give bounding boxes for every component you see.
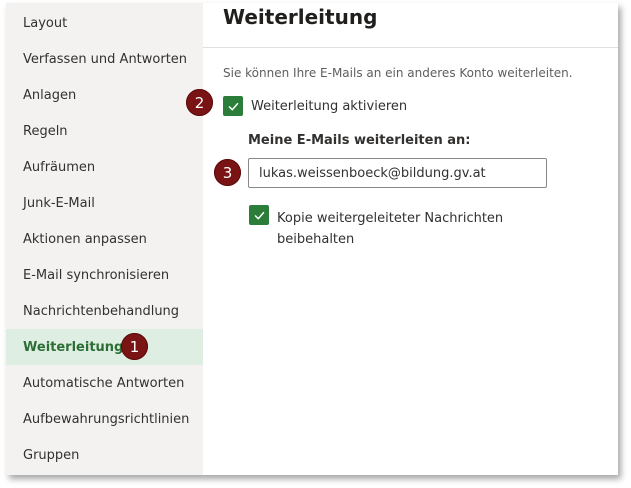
checkmark-icon bbox=[254, 211, 264, 219]
sidebar-item-label: E-Mail synchronisieren bbox=[23, 267, 170, 283]
checkmark-icon bbox=[228, 102, 238, 110]
sidebar-item-label: Weiterleitung bbox=[23, 339, 124, 355]
sidebar-item-automatic-replies[interactable]: Automatische Antworten bbox=[6, 365, 203, 401]
sidebar-item-message-handling[interactable]: Nachrichtenbehandlung bbox=[6, 293, 203, 329]
sidebar-item-attachments[interactable]: Anlagen bbox=[6, 77, 203, 113]
forwarding-panel: Weiterleitung Sie können Ihre E-Mails an… bbox=[203, 3, 618, 475]
page-title: Weiterleitung bbox=[223, 5, 378, 29]
header-divider bbox=[203, 47, 618, 48]
step-badge-3: 3 bbox=[214, 159, 241, 186]
sidebar-item-label: Aufräumen bbox=[23, 159, 96, 175]
settings-window: Layout Verfassen und Antworten Anlagen R… bbox=[6, 3, 618, 475]
keep-copy-label-line2: beibehalten bbox=[277, 232, 355, 247]
sidebar-item-junk-email[interactable]: Junk-E-Mail bbox=[6, 185, 203, 221]
forward-to-email-input[interactable] bbox=[248, 158, 547, 188]
sidebar-item-label: Gruppen bbox=[23, 447, 80, 463]
sidebar-item-label: Junk-E-Mail bbox=[23, 195, 95, 211]
keep-copy-checkbox[interactable] bbox=[249, 205, 269, 225]
sidebar-item-compose-reply[interactable]: Verfassen und Antworten bbox=[6, 41, 203, 77]
step-badge-1: 1 bbox=[121, 333, 148, 360]
sidebar-item-rules[interactable]: Regeln bbox=[6, 113, 203, 149]
sidebar-item-label: Aufbewahrungsrichtlinien bbox=[23, 411, 190, 427]
sidebar-item-customize-actions[interactable]: Aktionen anpassen bbox=[6, 221, 203, 257]
sidebar-item-forwarding[interactable]: Weiterleitung bbox=[6, 329, 203, 365]
enable-forwarding-label: Weiterleitung aktivieren bbox=[251, 99, 408, 114]
enable-forwarding-checkbox[interactable] bbox=[223, 96, 243, 116]
step-badge-2: 2 bbox=[186, 89, 213, 116]
sidebar-item-sweep[interactable]: Aufräumen bbox=[6, 149, 203, 185]
sidebar-item-retention-policies[interactable]: Aufbewahrungsrichtlinien bbox=[6, 401, 203, 437]
sidebar-item-groups[interactable]: Gruppen bbox=[6, 437, 203, 473]
sidebar-item-sync-email[interactable]: E-Mail synchronisieren bbox=[6, 257, 203, 293]
keep-copy-label-line1: Kopie weitergeleiteter Nachrichten bbox=[277, 211, 504, 226]
forward-to-label: Meine E-Mails weiterleiten an: bbox=[248, 133, 471, 148]
keep-copy-label: Kopie weitergeleiteter Nachrichten beibe… bbox=[277, 208, 503, 250]
intro-text: Sie können Ihre E-Mails an ein anderes K… bbox=[223, 66, 573, 80]
sidebar-item-layout[interactable]: Layout bbox=[6, 5, 203, 41]
sidebar-item-label: Automatische Antworten bbox=[23, 375, 185, 391]
sidebar-item-label: Layout bbox=[23, 15, 68, 31]
settings-sidebar: Layout Verfassen und Antworten Anlagen R… bbox=[6, 3, 203, 475]
sidebar-item-label: Verfassen und Antworten bbox=[23, 51, 188, 67]
sidebar-item-label: Anlagen bbox=[23, 87, 77, 103]
sidebar-item-label: Regeln bbox=[23, 123, 68, 139]
sidebar-item-label: Nachrichtenbehandlung bbox=[23, 303, 180, 319]
sidebar-item-label: Aktionen anpassen bbox=[23, 231, 147, 247]
